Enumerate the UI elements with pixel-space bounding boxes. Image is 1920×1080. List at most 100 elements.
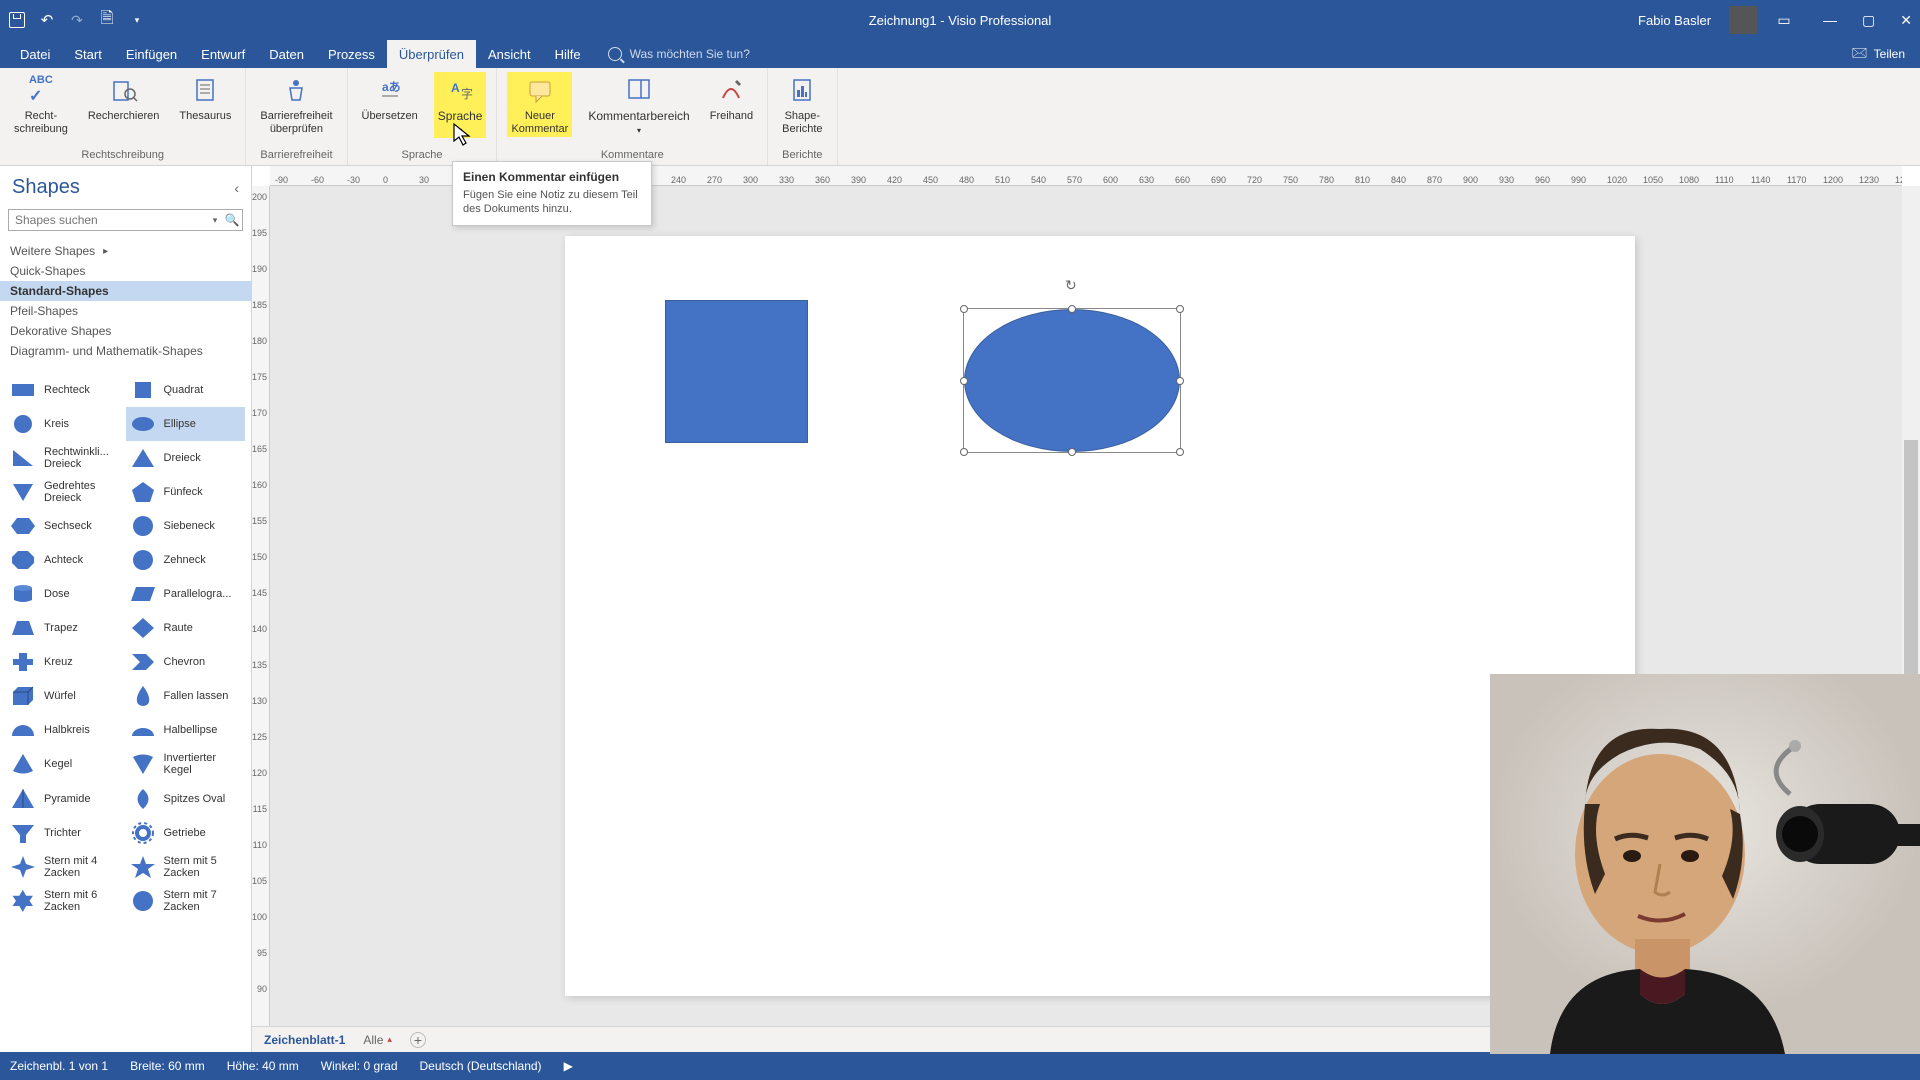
tab-hilfe[interactable]: Hilfe bbox=[543, 40, 593, 68]
shape-item[interactable]: Fallen lassen bbox=[126, 679, 246, 713]
handle-ne[interactable] bbox=[1176, 305, 1184, 313]
accessibility-button[interactable]: Barrierefreiheitüberprüfen bbox=[256, 72, 336, 137]
page-tab[interactable]: Zeichenblatt-1 bbox=[264, 1033, 345, 1047]
search-dropdown-icon[interactable]: ▾ bbox=[208, 215, 222, 226]
shape-item[interactable]: Raute bbox=[126, 611, 246, 645]
handle-n[interactable] bbox=[1068, 305, 1076, 313]
tab-ansicht[interactable]: Ansicht bbox=[476, 40, 543, 68]
shape-item-label: Stern mit 4 Zacken bbox=[44, 855, 122, 879]
cat-pfeil-shapes[interactable]: Pfeil-Shapes bbox=[0, 301, 251, 321]
shape-item[interactable]: Trichter bbox=[6, 816, 126, 850]
cat-quick-shapes[interactable]: Quick-Shapes bbox=[0, 261, 251, 281]
thesaurus-button[interactable]: Thesaurus bbox=[175, 72, 235, 125]
ribbon-display-icon[interactable]: ▭ bbox=[1775, 11, 1793, 29]
handle-sw[interactable] bbox=[960, 448, 968, 456]
cat-diagramm-shapes[interactable]: Diagramm- und Mathematik-Shapes bbox=[0, 341, 251, 361]
drawing-page[interactable] bbox=[565, 236, 1635, 996]
shape-item[interactable]: Stern mit 4 Zacken bbox=[6, 850, 126, 884]
status-angle: Winkel: 0 grad bbox=[321, 1059, 398, 1073]
collapse-icon[interactable]: ‹ bbox=[234, 180, 239, 196]
shape-item[interactable]: Kegel bbox=[6, 747, 126, 781]
handle-e[interactable] bbox=[1176, 377, 1184, 385]
tab-entwurf[interactable]: Entwurf bbox=[189, 40, 257, 68]
shapes-search[interactable]: ▾ 🔍 bbox=[8, 209, 243, 231]
search-input[interactable] bbox=[9, 210, 208, 230]
tab-einfuegen[interactable]: Einfügen bbox=[114, 40, 189, 68]
status-lang[interactable]: Deutsch (Deutschland) bbox=[420, 1059, 542, 1073]
avatar[interactable] bbox=[1729, 6, 1757, 34]
close-button[interactable]: ✕ bbox=[1900, 12, 1912, 29]
shape-item[interactable]: Stern mit 5 Zacken bbox=[126, 850, 246, 884]
undo-icon[interactable]: ↶ bbox=[38, 11, 56, 29]
rotate-handle[interactable] bbox=[1065, 277, 1079, 291]
selection-box[interactable] bbox=[963, 308, 1181, 453]
shape-item[interactable]: Stern mit 7 Zacken bbox=[126, 884, 246, 918]
more-shapes[interactable]: Weitere Shapes ▸ bbox=[0, 241, 251, 261]
shape-item[interactable]: Pyramide bbox=[6, 782, 126, 816]
shape-item[interactable]: Kreis bbox=[6, 407, 126, 441]
minimize-button[interactable]: — bbox=[1823, 12, 1837, 28]
shape-item[interactable]: Halbkreis bbox=[6, 713, 126, 747]
shape-item[interactable]: Fünfeck bbox=[126, 475, 246, 509]
shape-item[interactable]: Invertierter Kegel bbox=[126, 747, 246, 781]
shape-item[interactable]: Quadrat bbox=[126, 373, 246, 407]
ellipse-shape[interactable] bbox=[964, 309, 1180, 452]
shape-item[interactable]: Trapez bbox=[6, 611, 126, 645]
user-name[interactable]: Fabio Basler bbox=[1638, 13, 1711, 28]
handle-nw[interactable] bbox=[960, 305, 968, 313]
add-page-button[interactable]: + bbox=[410, 1032, 426, 1048]
shape-item[interactable]: Spitzes Oval bbox=[126, 782, 246, 816]
handle-se[interactable] bbox=[1176, 448, 1184, 456]
tooltip-text: Fügen Sie eine Notiz zu diesem Teil des … bbox=[463, 188, 641, 217]
shape-item[interactable]: Rechteck bbox=[6, 373, 126, 407]
maximize-button[interactable]: ▢ bbox=[1862, 12, 1875, 29]
redo-icon[interactable]: ↷ bbox=[68, 11, 86, 29]
tab-daten[interactable]: Daten bbox=[257, 40, 316, 68]
cat-dekorative-shapes[interactable]: Dekorative Shapes bbox=[0, 321, 251, 341]
qat-dropdown-icon[interactable]: ▾ bbox=[128, 11, 146, 29]
shape-item[interactable]: Sechseck bbox=[6, 509, 126, 543]
shape-item[interactable]: Würfel bbox=[6, 679, 126, 713]
tab-start[interactable]: Start bbox=[62, 40, 113, 68]
save-icon[interactable] bbox=[8, 11, 26, 29]
macro-icon[interactable]: ▶ bbox=[564, 1059, 573, 1073]
svg-text:字: 字 bbox=[461, 86, 473, 101]
handle-s[interactable] bbox=[1068, 448, 1076, 456]
rectangle-shape[interactable] bbox=[665, 300, 808, 443]
all-pages[interactable]: Alle ▴ bbox=[363, 1033, 392, 1047]
comments-pane-button[interactable]: Kommentarbereich▾ bbox=[584, 72, 693, 138]
shape-thumbnail-icon bbox=[130, 412, 156, 436]
shape-item[interactable]: Dose bbox=[6, 577, 126, 611]
research-button[interactable]: Recherchieren bbox=[84, 72, 164, 125]
handle-w[interactable] bbox=[960, 377, 968, 385]
shape-item[interactable]: Rechtwinkli... Dreieck bbox=[6, 441, 126, 475]
search-icon[interactable]: 🔍 bbox=[222, 213, 242, 227]
shape-item[interactable]: Achteck bbox=[6, 543, 126, 577]
tell-me-search[interactable]: Was möchten Sie tun? bbox=[608, 40, 750, 68]
shape-reports-label: Shape-Berichte bbox=[782, 110, 822, 135]
shape-item[interactable]: Siebeneck bbox=[126, 509, 246, 543]
shape-thumbnail-icon bbox=[130, 616, 156, 640]
shape-item[interactable]: Gedrehtes Dreieck bbox=[6, 475, 126, 509]
shape-item[interactable]: Zehneck bbox=[126, 543, 246, 577]
translate-button[interactable]: aあ Übersetzen bbox=[358, 72, 422, 125]
document-icon[interactable]: 🗎 bbox=[98, 11, 116, 29]
tab-datei[interactable]: Datei bbox=[8, 40, 62, 68]
tab-prozess[interactable]: Prozess bbox=[316, 40, 387, 68]
shape-item[interactable]: Halbellipse bbox=[126, 713, 246, 747]
language-button[interactable]: A字 Sprache▾ bbox=[434, 72, 487, 138]
shape-item[interactable]: Ellipse bbox=[126, 407, 246, 441]
shape-item[interactable]: Chevron bbox=[126, 645, 246, 679]
cat-standard-shapes[interactable]: Standard-Shapes bbox=[0, 281, 251, 301]
shape-item[interactable]: Stern mit 6 Zacken bbox=[6, 884, 126, 918]
shape-item[interactable]: Parallelogra... bbox=[126, 577, 246, 611]
share-button[interactable]: 🖂 Teilen bbox=[1851, 40, 1905, 68]
new-comment-button[interactable]: NeuerKommentar bbox=[507, 72, 572, 137]
ink-button[interactable]: Freihand bbox=[706, 72, 757, 125]
shape-item[interactable]: Dreieck bbox=[126, 441, 246, 475]
tab-ueberpruefen[interactable]: Überprüfen bbox=[387, 40, 476, 68]
shape-reports-button[interactable]: Shape-Berichte bbox=[778, 72, 826, 137]
shape-item[interactable]: Getriebe bbox=[126, 816, 246, 850]
shape-item[interactable]: Kreuz bbox=[6, 645, 126, 679]
spellcheck-button[interactable]: ABC✓ Recht-schreibung bbox=[10, 72, 72, 137]
